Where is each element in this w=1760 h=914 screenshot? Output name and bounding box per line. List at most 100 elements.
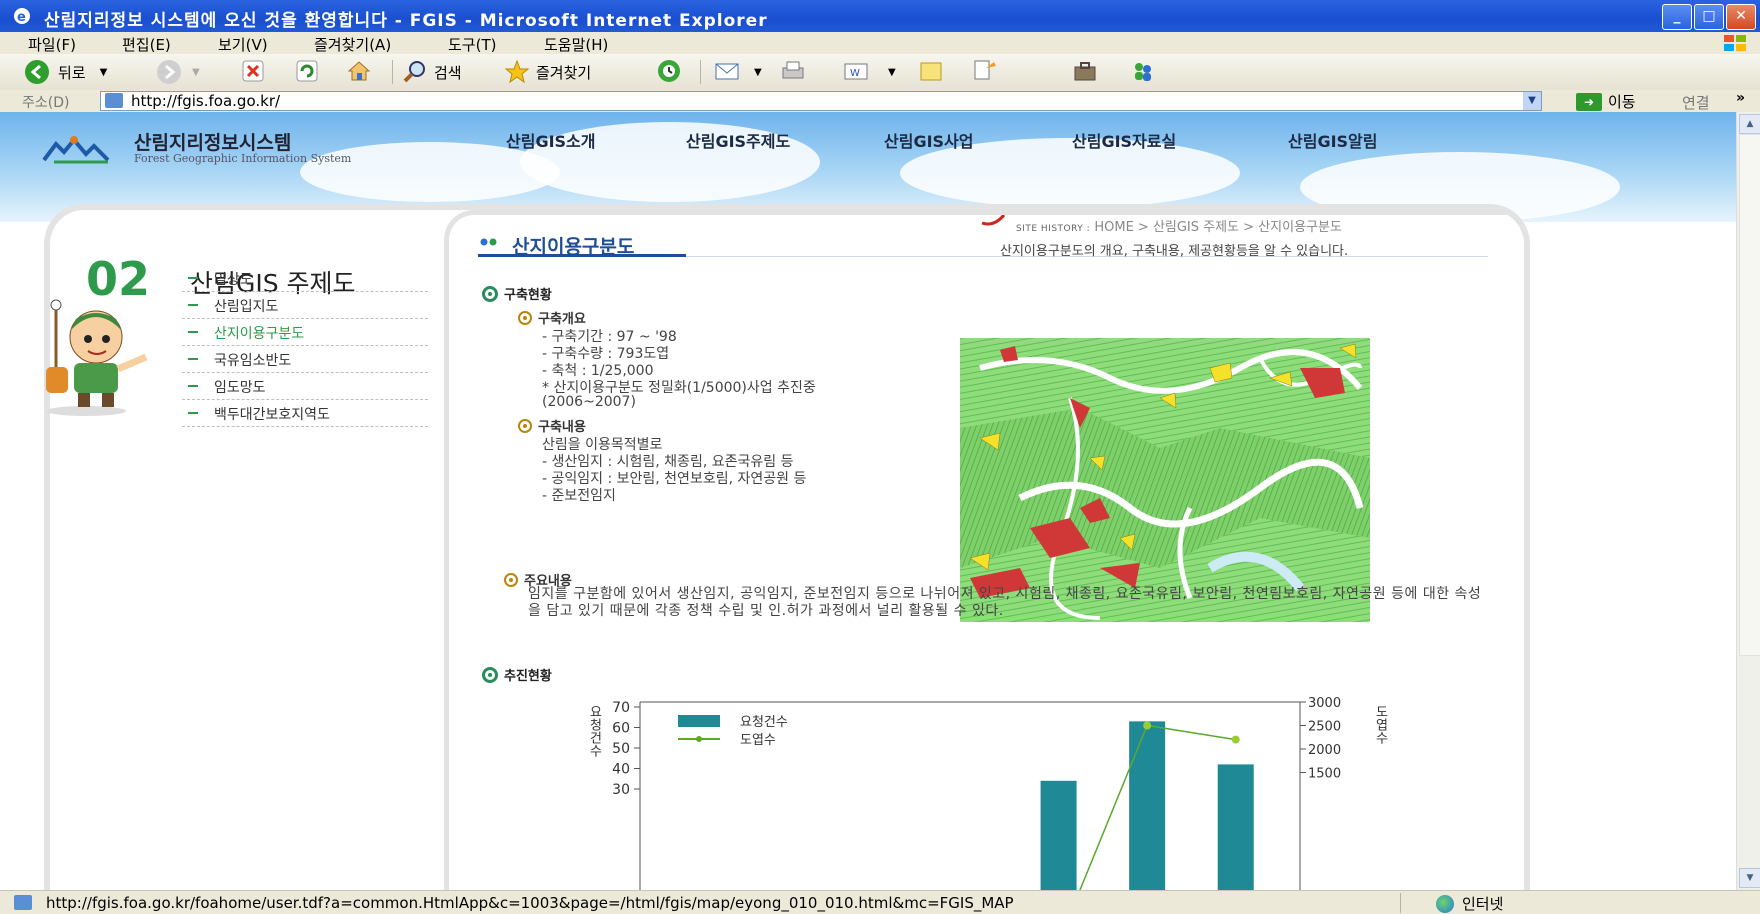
scroll-up-icon[interactable]: ▲: [1739, 114, 1760, 134]
build-status-label: 구축현황: [504, 288, 552, 303]
side-menu-item[interactable]: 임상도: [182, 265, 428, 292]
chart-point: [1143, 721, 1152, 730]
menu-edit[interactable]: 편집(E): [122, 34, 171, 55]
menu-tools[interactable]: 도구(T): [448, 34, 496, 55]
favorites-button[interactable]: 즐겨찾기: [504, 58, 591, 86]
svg-text:W: W: [850, 68, 860, 79]
side-menu-item[interactable]: 산림입지도: [182, 292, 428, 319]
bullet-dash-icon: [188, 412, 198, 414]
chart-point: [1231, 735, 1240, 744]
search-button[interactable]: 검색: [402, 58, 462, 86]
y-right-axis-label: 도엽수: [1373, 705, 1388, 744]
y-left-tick-label: 60: [612, 721, 630, 737]
nav-archive[interactable]: 산림GIS자료실: [1072, 128, 1176, 152]
stop-icon[interactable]: [240, 58, 266, 84]
chart-bar: [1040, 780, 1077, 890]
mail-icon[interactable]: [714, 58, 740, 84]
maximize-button[interactable]: □: [1694, 4, 1724, 30]
side-menu-label: 산지이용구분도: [214, 326, 305, 342]
svg-text:e: e: [17, 10, 26, 25]
side-menu-item-active[interactable]: 산지이용구분도: [182, 319, 428, 346]
web-page: 산림지리정보시스템 Forest Geographic Information …: [0, 112, 1736, 890]
nav-about[interactable]: 산림GIS소개: [506, 128, 596, 152]
forward-dropdown-icon[interactable]: ▼: [192, 67, 200, 78]
minimize-button[interactable]: _: [1662, 4, 1692, 30]
side-menu-label: 백두대간보호지역도: [214, 407, 330, 423]
go-button[interactable]: ➜ 이동: [1576, 91, 1636, 112]
address-dropdown-icon[interactable]: ▼: [1523, 92, 1541, 110]
site-title[interactable]: 산림지리정보시스템: [134, 128, 291, 155]
mail-dropdown-icon[interactable]: ▼: [754, 58, 762, 86]
legend-bar-label: 요청건수: [740, 715, 788, 730]
back-dropdown-icon[interactable]: ▼: [100, 67, 108, 78]
bullet-dash-icon: [188, 385, 198, 387]
notes-icon[interactable]: [918, 58, 944, 84]
edit-word-icon[interactable]: W: [842, 58, 868, 84]
status-divider: [1400, 893, 1401, 913]
side-menu-label: 국유임소반도: [214, 353, 292, 369]
history-icon[interactable]: [656, 58, 682, 84]
scroll-down-icon[interactable]: ▼: [1739, 868, 1760, 888]
favorites-label: 즐겨찾기: [536, 63, 592, 82]
address-input[interactable]: http://fgis.foa.go.kr/ ▼: [100, 91, 1542, 111]
heading-description: 산지이용구분도의 개요, 구축내용, 제공현황등을 알 수 있습니다.: [1000, 244, 1349, 259]
y-left-axis-label: 요청건수: [587, 705, 602, 757]
chart-bar: [1129, 721, 1166, 890]
internet-globe-icon: [1436, 894, 1454, 913]
forward-button[interactable]: ▼: [156, 58, 200, 86]
home-icon[interactable]: [346, 58, 372, 84]
legend-line-marker: [696, 736, 702, 742]
address-label: 주소(D): [22, 95, 70, 111]
menu-view[interactable]: 보기(V): [218, 34, 268, 55]
toolbar-separator: [392, 60, 393, 84]
menu-help[interactable]: 도움말(H): [544, 34, 608, 55]
search-label: 검색: [434, 63, 462, 82]
heading-dots-icon: [480, 238, 497, 246]
bullet-dash-icon: [188, 304, 198, 306]
back-button[interactable]: 뒤로 ▼: [24, 58, 107, 86]
browser-window: e 산림지리정보 시스템에 오신 것을 환영합니다 - FGIS - Micro…: [0, 0, 1760, 914]
search-icon: [403, 61, 425, 83]
links-more-icon[interactable]: »: [1736, 90, 1745, 106]
y-left-tick-label: 50: [612, 741, 630, 757]
close-button[interactable]: ✕: [1726, 4, 1756, 30]
side-menu: 임상도 산림입지도 산지이용구분도 국유임소반도 임도망도 백두대간보호지역도: [182, 265, 428, 427]
subsection-ring-icon: [504, 572, 518, 587]
print-icon[interactable]: [780, 58, 806, 84]
vertical-scrollbar[interactable]: ▲ ▼: [1736, 112, 1760, 890]
chart-bar: [1217, 764, 1254, 890]
content-section-heading: 구축내용: [518, 416, 586, 435]
research-icon[interactable]: [972, 58, 998, 84]
y-left-tick-label: 70: [612, 700, 630, 716]
nav-notices[interactable]: 산림GIS알림: [1288, 128, 1378, 152]
nav-thematic-maps[interactable]: 산림GIS주제도: [686, 128, 790, 152]
scroll-thumb[interactable]: [1739, 134, 1760, 656]
section-ring-icon: [482, 285, 498, 302]
security-zone: 인터넷: [1436, 893, 1503, 914]
zone-label: 인터넷: [1462, 895, 1504, 913]
briefcase-icon[interactable]: [1072, 58, 1098, 84]
side-menu-item[interactable]: 국유임소반도: [182, 346, 428, 373]
back-arrow-icon: [25, 60, 49, 84]
windows-flag-icon: [1724, 35, 1746, 51]
side-menu-label: 임도망도: [214, 380, 266, 396]
progress-heading: 추진현황: [482, 665, 552, 684]
menu-favorites[interactable]: 즐겨찾기(A): [314, 34, 391, 55]
menu-bar: 파일(F) 편집(E) 보기(V) 즐겨찾기(A) 도구(T) 도움말(H): [0, 32, 1760, 55]
progress-label: 추진현황: [504, 669, 552, 684]
y-left-tick-label: 40: [612, 762, 630, 778]
menu-file[interactable]: 파일(F): [28, 34, 76, 55]
nav-projects[interactable]: 산림GIS사업: [884, 128, 974, 152]
go-label: 이동: [1608, 93, 1636, 111]
refresh-icon[interactable]: [294, 58, 320, 84]
side-menu-item[interactable]: 임도망도: [182, 373, 428, 400]
heading-underline: [478, 254, 686, 257]
links-button[interactable]: 연결: [1682, 92, 1710, 113]
side-menu-item[interactable]: 백두대간보호지역도: [182, 400, 428, 427]
messenger-icon[interactable]: [1130, 58, 1156, 84]
address-bar: 주소(D) http://fgis.foa.go.kr/ ▼ ➜ 이동 연결 »: [0, 90, 1760, 113]
subsection-ring-icon: [518, 310, 532, 325]
status-url: http://fgis.foa.go.kr/foahome/user.tdf?a…: [46, 894, 1014, 912]
edit-dropdown-icon[interactable]: ▼: [888, 58, 896, 86]
y-right-tick-label: 2000: [1308, 743, 1341, 758]
